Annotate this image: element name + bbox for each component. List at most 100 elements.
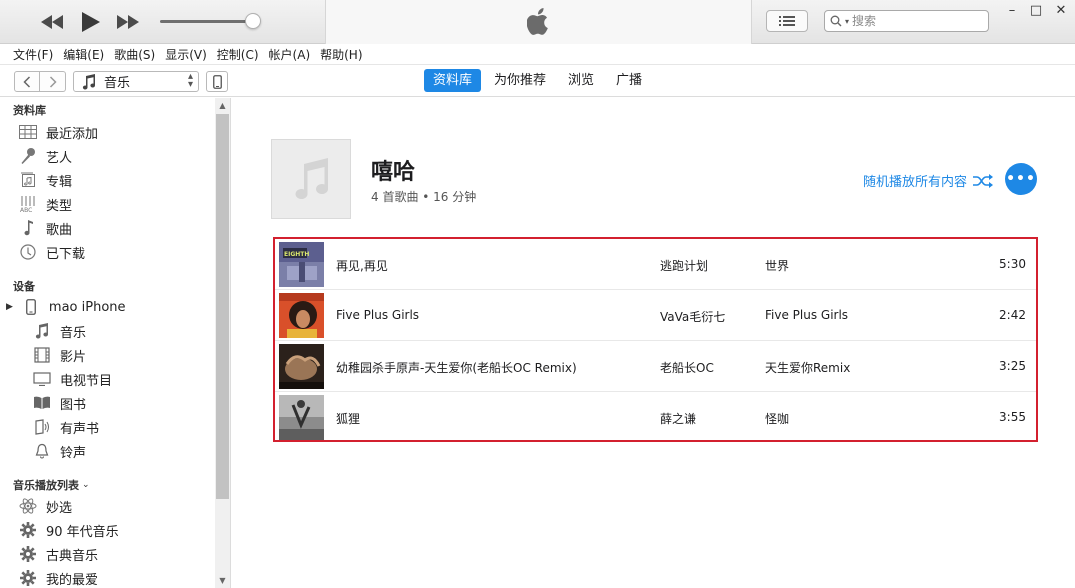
sidebar-item-songs[interactable]: 歌曲 xyxy=(18,217,72,239)
sidebar-item-label: 已下载 xyxy=(46,246,86,262)
song-title: 狐狸 xyxy=(336,412,361,426)
bell-icon xyxy=(32,441,52,461)
close-button[interactable]: ✕ xyxy=(1047,0,1075,20)
song-title: 幼稚园杀手原声-天生爱你(老船长OC Remix) xyxy=(336,361,577,375)
sidebar-item-label: 音乐 xyxy=(60,325,87,341)
sidebar-item-device-tones[interactable]: 铃声 xyxy=(32,440,86,462)
menu-account[interactable]: 帐户(A) xyxy=(264,46,316,63)
sidebar-item-albums[interactable]: 专辑 xyxy=(18,169,72,191)
sidebar-item-playlist-favorites[interactable]: 我的最爱 xyxy=(18,567,98,588)
player-toolbar: ▾ – □ ✕ xyxy=(0,0,1075,44)
shuffle-all-label: 随机播放所有内容 xyxy=(863,175,968,190)
menu-controls[interactable]: 控制(C) xyxy=(212,46,264,63)
tab-for-you[interactable]: 为你推荐 xyxy=(485,69,555,92)
shuffle-all-button[interactable]: 随机播放所有内容 xyxy=(863,171,994,190)
svg-text:ABC: ABC xyxy=(20,207,32,213)
scrollbar-thumb[interactable] xyxy=(216,114,229,499)
song-album: 天生爱你Remix xyxy=(765,361,851,375)
album-artwork xyxy=(279,293,324,338)
sidebar-item-device-music[interactable]: 音乐 xyxy=(32,320,86,342)
song-row[interactable]: EIGHTH 再见,再见 逃跑计划 世界 5:30 xyxy=(275,239,1036,290)
main-content: 嘻哈 4 首歌曲 • 16 分钟 随机播放所有内容 ••• EIGHTH 再见,… xyxy=(232,98,1075,588)
tab-library[interactable]: 资料库 xyxy=(424,69,482,92)
sidebar-item-label: 90 年代音乐 xyxy=(46,524,119,540)
scroll-up-arrow-icon[interactable]: ▲ xyxy=(215,98,230,113)
sidebar-item-device-audiobooks[interactable]: 有声书 xyxy=(32,416,99,438)
sidebar-scrollbar[interactable]: ▲ ▼ xyxy=(215,98,230,588)
volume-slider[interactable] xyxy=(160,20,254,23)
svg-text:EIGHTH: EIGHTH xyxy=(284,251,309,258)
book-icon xyxy=(32,393,52,413)
up-next-list-button[interactable] xyxy=(766,10,808,32)
menu-edit[interactable]: 编辑(E) xyxy=(58,46,109,63)
sidebar-item-label: 影片 xyxy=(60,349,87,365)
disclosure-triangle-icon[interactable]: ▶ xyxy=(6,302,13,312)
device-button[interactable] xyxy=(206,71,228,92)
atom-icon xyxy=(18,496,38,516)
previous-track-button[interactable] xyxy=(38,8,66,36)
search-icon xyxy=(830,15,842,27)
search-field[interactable]: ▾ xyxy=(824,10,989,32)
album-artwork xyxy=(279,395,324,440)
song-duration: 2:42 xyxy=(999,308,1026,322)
sidebar-item-playlist-90s[interactable]: 90 年代音乐 xyxy=(18,519,119,541)
volume-slider-knob[interactable] xyxy=(245,13,261,29)
sidebar-item-artists[interactable]: 艺人 xyxy=(18,145,72,167)
sidebar-item-genius[interactable]: 妙选 xyxy=(18,495,72,517)
device-name-label: mao iPhone xyxy=(48,299,126,315)
more-options-button[interactable]: ••• xyxy=(1005,163,1037,195)
sidebar-item-label: 妙选 xyxy=(46,500,73,516)
iphone-icon xyxy=(21,297,41,317)
playlists-section-header[interactable]: 音乐播放列表 ⌄ xyxy=(13,477,90,493)
menu-help[interactable]: 帮助(H) xyxy=(315,46,367,63)
next-track-button[interactable] xyxy=(114,8,142,36)
search-input[interactable] xyxy=(852,14,973,28)
sidebar-item-label: 艺人 xyxy=(46,150,73,166)
gear-icon xyxy=(18,520,38,540)
play-button[interactable] xyxy=(76,8,106,36)
music-note-icon xyxy=(82,73,95,89)
song-row[interactable]: 幼稚园杀手原声-天生爱你(老船长OC Remix) 老船长OC 天生爱你Remi… xyxy=(275,341,1036,392)
media-kind-select[interactable]: 音乐 ▴ ▾ xyxy=(73,71,199,92)
menu-file[interactable]: 文件(F) xyxy=(8,46,58,63)
sidebar-item-recently-added[interactable]: 最近添加 xyxy=(18,121,98,143)
sidebar-item-label: 古典音乐 xyxy=(46,548,99,564)
library-section-header: 资料库 xyxy=(13,104,46,117)
album-artwork: EIGHTH xyxy=(279,242,324,287)
note-icon xyxy=(18,218,38,238)
sidebar-item-label: 图书 xyxy=(60,397,87,413)
sidebar-item-device-books[interactable]: 图书 xyxy=(32,392,86,414)
song-title: Five Plus Girls xyxy=(336,308,420,322)
song-duration: 5:30 xyxy=(999,257,1026,271)
album-icon xyxy=(18,170,38,190)
media-kind-label: 音乐 xyxy=(104,76,131,91)
song-row[interactable]: Five Plus Girls VaVa毛衍七 Five Plus Girls … xyxy=(275,290,1036,341)
forward-button[interactable] xyxy=(40,71,66,92)
song-title: 再见,再见 xyxy=(336,259,388,273)
tab-browse[interactable]: 浏览 xyxy=(559,69,603,92)
sidebar-item-playlist-classical[interactable]: 古典音乐 xyxy=(18,543,98,565)
devices-section-header: 设备 xyxy=(13,280,35,293)
song-artist: 老船长OC xyxy=(660,361,714,375)
tab-radio[interactable]: 广播 xyxy=(607,69,651,92)
sidebar-item-device-tv[interactable]: 电视节目 xyxy=(32,368,112,390)
song-row[interactable]: 狐狸 薛之谦 怪咖 3:55 xyxy=(275,392,1036,443)
song-artist: 薛之谦 xyxy=(660,412,697,426)
sidebar-item-device-movies[interactable]: 影片 xyxy=(32,344,86,366)
sidebar-item-genres[interactable]: ABC 类型 xyxy=(18,193,72,215)
download-icon xyxy=(18,242,38,262)
apple-logo-icon xyxy=(526,8,548,35)
status-display xyxy=(325,0,752,44)
playlists-header-label: 音乐播放列表 xyxy=(13,479,79,492)
menu-song[interactable]: 歌曲(S) xyxy=(109,46,160,63)
menu-view[interactable]: 显示(V) xyxy=(160,46,212,63)
sidebar-item-device[interactable]: ▶ mao iPhone xyxy=(6,296,126,318)
gear-icon xyxy=(18,544,38,564)
back-button[interactable] xyxy=(14,71,40,92)
scroll-down-arrow-icon[interactable]: ▼ xyxy=(215,573,230,588)
chevron-left-icon xyxy=(23,75,31,88)
sidebar-item-downloaded[interactable]: 已下载 xyxy=(18,241,85,263)
search-dropdown-icon[interactable]: ▾ xyxy=(845,17,849,26)
sidebar: 资料库 最近添加 艺人 专辑 ABC 类型 歌曲 已下载 设备 ▶ mao iP… xyxy=(0,98,231,588)
maximize-button[interactable]: □ xyxy=(1022,0,1050,20)
